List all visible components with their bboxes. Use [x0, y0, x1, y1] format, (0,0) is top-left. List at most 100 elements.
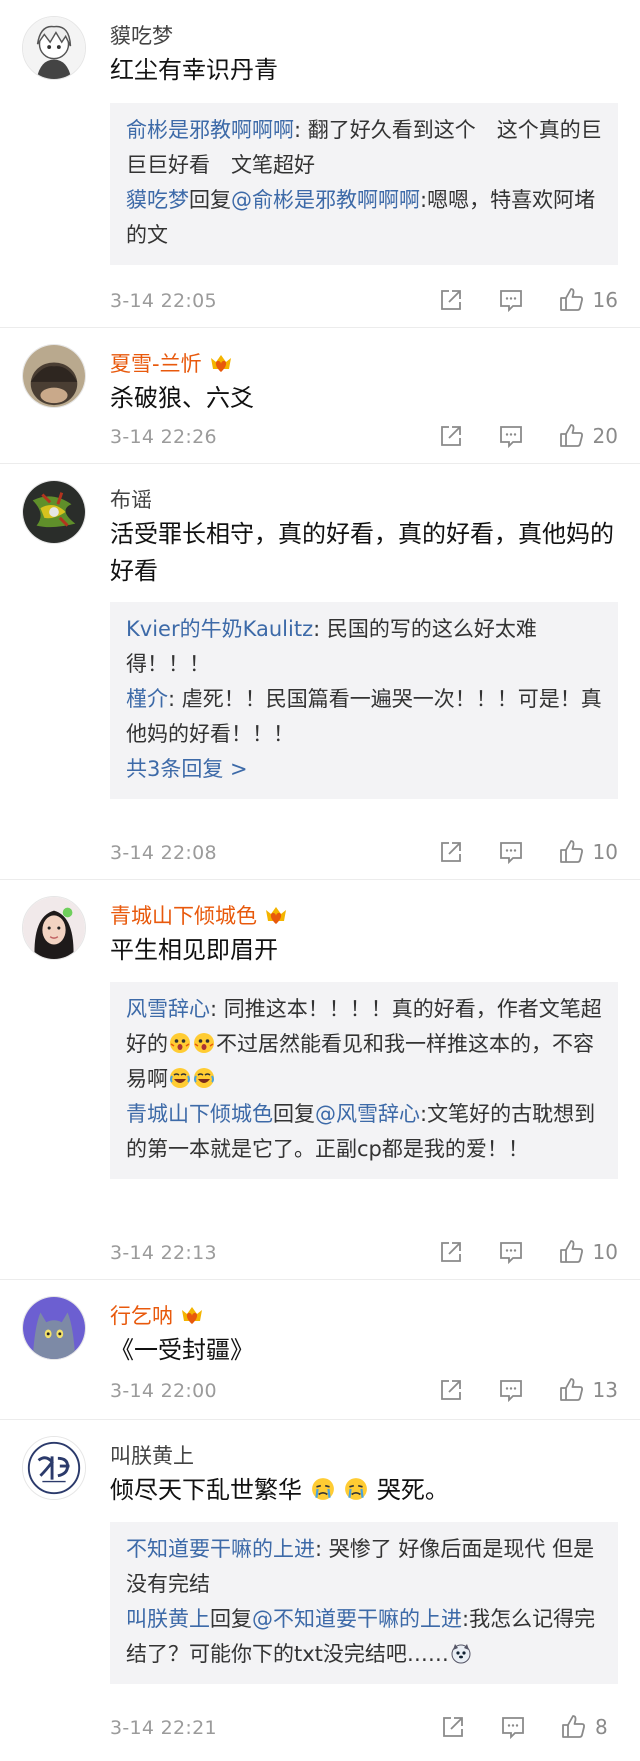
comment-meta: 3-14 22:21 8 — [110, 1713, 618, 1745]
share-icon — [440, 289, 461, 310]
thumbs-up-icon — [559, 1240, 583, 1263]
timestamp: 3-14 22:05 — [110, 290, 217, 312]
comment-item: 夏雪-兰忻 杀破狼、六爻 3-14 22:26 20 — [0, 328, 640, 464]
reply-author[interactable]: 槿介 — [126, 687, 168, 711]
comment-meta: 3-14 22:13 10 — [110, 1238, 618, 1270]
avatar[interactable] — [22, 16, 86, 80]
shocked-emoji-icon — [193, 1032, 215, 1054]
comment-button[interactable] — [498, 1377, 524, 1403]
husky-emoji-icon — [450, 1642, 472, 1664]
thumbs-up-icon — [559, 424, 583, 447]
username-text[interactable]: 行乞呐 — [110, 1300, 173, 1330]
reply-box[interactable]: 风雪辞心: 同推这本！！！！真的好看，作者文笔超好的 不过居然能看见和我一样推这本… — [110, 982, 618, 1179]
reply-line: 风雪辞心: 同推这本！！！！真的好看，作者文笔超好的 不过居然能看见和我一样推这本… — [126, 992, 602, 1097]
thumbs-up-icon — [559, 840, 583, 863]
vip-crown-heart-icon — [208, 352, 234, 374]
vip-crown-heart-icon — [179, 1304, 205, 1326]
reply-author[interactable]: 风雪辞心 — [126, 997, 210, 1021]
share-button[interactable] — [438, 1377, 464, 1403]
like-button[interactable]: 13 — [558, 1376, 618, 1403]
username[interactable]: 行乞呐 — [110, 1300, 205, 1330]
reply-line: 俞彬是邪教啊啊啊: 翻了好久看到这个 这个真的巨巨巨好看 文笔超好 — [126, 113, 602, 183]
comment-item: 叫朕黄上 倾尽天下乱世繁华 哭死。 不知道要干嘛的上进: 哭惨了 好像后面是现代… — [0, 1420, 640, 1761]
comment-item: 行乞呐 《一受封疆》 3-14 22:00 13 — [0, 1280, 640, 1420]
like-button[interactable]: 8 — [560, 1713, 618, 1740]
avatar[interactable] — [22, 344, 86, 408]
reply-line: Kvier的牛奶Kaulitz: 民国的写的这么好太难得！！！ — [126, 612, 602, 682]
username-text[interactable]: 布谣 — [110, 484, 152, 514]
reply-target[interactable]: @俞彬是邪教啊啊啊 — [231, 188, 420, 212]
reply-author[interactable]: Kvier的牛奶Kaulitz — [126, 617, 313, 641]
username-text[interactable]: 貘吃梦 — [110, 20, 173, 50]
comment-button[interactable] — [498, 423, 524, 449]
comment-text: 杀破狼、六爻 — [110, 384, 254, 412]
view-all-replies-link[interactable]: 共3条回复 > — [126, 752, 602, 787]
reply-box[interactable]: Kvier的牛奶Kaulitz: 民国的写的这么好太难得！！！ 槿介: 虐死！！… — [110, 602, 618, 799]
comment-meta: 3-14 22:00 13 — [110, 1376, 618, 1408]
comment-feed: 貘吃梦 红尘有幸识丹青 俞彬是邪教啊啊啊: 翻了好久看到这个 这个真的巨巨巨好看… — [0, 0, 640, 1761]
laugh-cry-emoji-icon — [193, 1067, 215, 1089]
like-count: 10 — [592, 839, 618, 864]
username-text[interactable]: 叫朕黄上 — [110, 1440, 194, 1470]
reply-line: 貘吃梦回复@俞彬是邪教啊啊啊:嗯嗯，特喜欢阿堵的文 — [126, 183, 602, 253]
comment-icon — [502, 1716, 524, 1739]
username[interactable]: 叫朕黄上 — [110, 1440, 194, 1470]
reply-verb: 回复 — [210, 1607, 252, 1631]
reply-box[interactable]: 不知道要干嘛的上进: 哭惨了 好像后面是现代 但是没有完结 叫朕黄上回复@不知道… — [110, 1522, 618, 1684]
username[interactable]: 夏雪-兰忻 — [110, 348, 234, 378]
timestamp: 3-14 22:08 — [110, 842, 217, 864]
username[interactable]: 布谣 — [110, 484, 152, 514]
reply-author[interactable]: 貘吃梦 — [126, 188, 189, 212]
sad-emoji-icon — [311, 1477, 335, 1501]
comment-text-part: 哭死。 — [376, 1476, 449, 1504]
comment-button[interactable] — [500, 1714, 526, 1740]
thumbs-up-icon — [562, 1715, 585, 1738]
comment-button[interactable] — [498, 287, 524, 313]
share-button[interactable] — [438, 1239, 464, 1265]
avatar[interactable] — [22, 1296, 86, 1360]
share-icon — [440, 1379, 461, 1400]
comment-button[interactable] — [498, 839, 524, 865]
reply-text: 虐死！！民国篇看一遍哭一次！！！可是！真他妈的好看！！！ — [126, 687, 602, 746]
like-button[interactable]: 10 — [558, 838, 618, 865]
comment-meta: 3-14 22:05 16 — [110, 286, 618, 318]
reply-line: 不知道要干嘛的上进: 哭惨了 好像后面是现代 但是没有完结 — [126, 1532, 602, 1602]
reply-target[interactable]: @不知道要干嘛的上进 — [252, 1607, 462, 1631]
sad-emoji-icon — [344, 1477, 368, 1501]
share-button[interactable] — [438, 287, 464, 313]
like-count: 8 — [595, 1714, 608, 1739]
reply-author[interactable]: 不知道要干嘛的上进 — [126, 1537, 315, 1561]
share-button[interactable] — [438, 423, 464, 449]
username-text[interactable]: 夏雪-兰忻 — [110, 348, 202, 378]
avatar[interactable] — [22, 480, 86, 544]
reply-author[interactable]: 叫朕黄上 — [126, 1607, 210, 1631]
laugh-cry-emoji-icon — [169, 1067, 191, 1089]
share-button[interactable] — [438, 839, 464, 865]
reply-author[interactable]: 俞彬是邪教啊啊啊 — [126, 118, 294, 142]
like-button[interactable]: 10 — [558, 1238, 618, 1265]
comment-meta: 3-14 22:26 20 — [110, 422, 618, 454]
like-button[interactable]: 16 — [558, 286, 618, 313]
share-button[interactable] — [440, 1714, 466, 1740]
like-button[interactable]: 20 — [558, 422, 618, 449]
comment-icon — [499, 289, 522, 312]
comment-icon — [499, 841, 522, 864]
action-bar: 13 — [404, 1376, 618, 1403]
avatar[interactable] — [22, 896, 86, 960]
comment-item: 布谣 活受罪长相守，真的好看，真的好看，真他妈的好看 Kvier的牛奶Kauli… — [0, 464, 640, 880]
avatar[interactable] — [22, 1436, 86, 1500]
reply-target[interactable]: @风雪辞心 — [315, 1102, 420, 1126]
comment-button[interactable] — [498, 1239, 524, 1265]
reply-verb: 回复 — [273, 1102, 315, 1126]
username[interactable]: 青城山下倾城色 — [110, 900, 289, 930]
reply-author[interactable]: 青城山下倾城色 — [126, 1102, 273, 1126]
like-count: 10 — [592, 1239, 618, 1264]
reply-box[interactable]: 俞彬是邪教啊啊啊: 翻了好久看到这个 这个真的巨巨巨好看 文笔超好 貘吃梦回复@… — [110, 103, 618, 265]
action-bar: 10 — [404, 1238, 618, 1265]
username-text[interactable]: 青城山下倾城色 — [110, 900, 257, 930]
username[interactable]: 貘吃梦 — [110, 20, 173, 50]
vip-crown-heart-icon — [263, 904, 289, 926]
comment-icon — [499, 425, 522, 448]
action-bar: 20 — [404, 422, 618, 449]
timestamp: 3-14 22:13 — [110, 1242, 217, 1264]
